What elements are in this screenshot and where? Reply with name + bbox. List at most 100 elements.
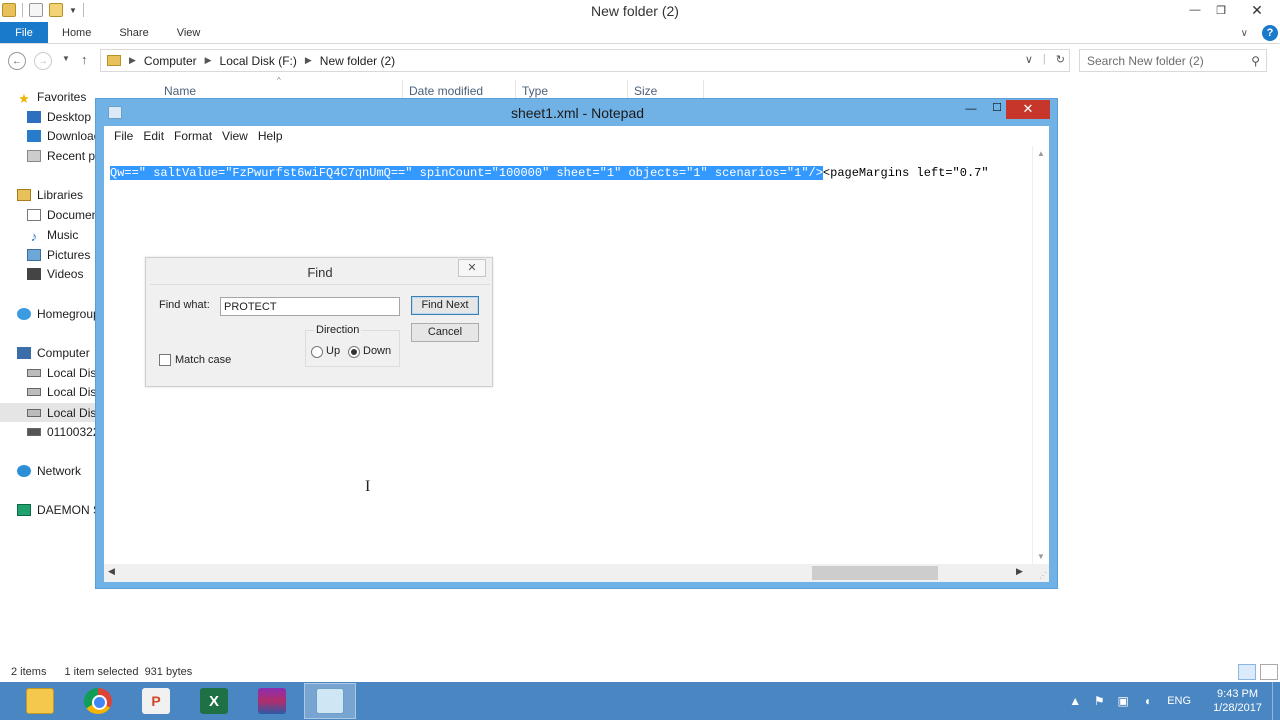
nav-videos[interactable]: Videos	[27, 267, 83, 281]
breadcrumb-new-folder[interactable]: New folder (2)	[320, 54, 395, 68]
nav-computer[interactable]: Computer	[17, 346, 90, 360]
nav-desktop[interactable]: Desktop	[27, 110, 91, 124]
taskbar-winrar[interactable]	[246, 683, 298, 719]
clock[interactable]: 9:43 PM 1/28/2017	[1213, 687, 1262, 715]
window-title: New folder (2)	[591, 3, 679, 19]
menu-file[interactable]: File	[110, 129, 139, 143]
column-date-modified[interactable]: Date modified	[409, 84, 483, 98]
find-dialog: Find ✕ Find what: Find Next Cancel Direc…	[145, 257, 493, 387]
nav-favorites[interactable]: ★ Favorites	[17, 90, 86, 106]
refresh-icon[interactable]: ↻	[1056, 53, 1065, 66]
network-tray-icon[interactable]: ▣	[1115, 694, 1131, 708]
close-button[interactable]: ✕	[1006, 100, 1050, 119]
column-type[interactable]: Type	[522, 84, 548, 98]
nav-daemon[interactable]: DAEMON Sy	[17, 503, 107, 517]
find-dialog-title: Find	[307, 265, 333, 280]
close-button[interactable]: ✕	[1234, 0, 1280, 20]
search-icon[interactable]: ⚲	[1251, 54, 1260, 68]
tab-file[interactable]: File	[0, 22, 48, 43]
nav-label: Videos	[47, 267, 84, 281]
nav-downloads[interactable]: Download	[27, 129, 100, 143]
menu-edit[interactable]: Edit	[139, 129, 170, 143]
chevron-down-icon[interactable]: ∨	[1025, 53, 1033, 66]
scroll-left-icon[interactable]: ◀	[108, 566, 115, 577]
show-desktop-button[interactable]	[1272, 682, 1280, 720]
search-input[interactable]: Search New folder (2) ⚲	[1079, 49, 1267, 72]
nav-recent-places[interactable]: Recent pla	[27, 149, 104, 163]
tab-view[interactable]: View	[163, 22, 215, 43]
restore-button[interactable]: ❐	[1208, 0, 1234, 20]
nav-music[interactable]: ♪ Music	[27, 228, 79, 244]
folder-icon	[107, 55, 121, 66]
tab-home[interactable]: Home	[48, 22, 105, 43]
tab-share[interactable]: Share	[105, 22, 162, 43]
taskbar-powerpoint[interactable]: P	[130, 683, 182, 719]
column-name[interactable]: Name	[164, 84, 196, 98]
text-cursor-icon: I	[365, 478, 371, 495]
direction-up-radio[interactable]	[311, 346, 323, 358]
nav-libraries[interactable]: Libraries	[17, 188, 83, 202]
find-next-button[interactable]: Find Next	[411, 296, 479, 315]
resize-grip-icon[interactable]: ⋰	[1039, 571, 1047, 580]
breadcrumb-local-disk[interactable]: Local Disk (F:)	[220, 54, 297, 68]
forward-button[interactable]: →	[34, 52, 52, 70]
show-hidden-icons-icon[interactable]: ▲	[1067, 694, 1083, 708]
back-button[interactable]: ←	[8, 52, 26, 70]
column-size[interactable]: Size	[634, 84, 657, 98]
nav-pictures[interactable]: Pictures	[27, 248, 90, 262]
horizontal-scrollbar[interactable]: ◀ ▶ ⋰	[104, 564, 1049, 582]
up-arrow-icon[interactable]: ↑	[81, 52, 88, 67]
nav-label: Homegroup	[37, 307, 100, 321]
help-icon[interactable]: ?	[1262, 25, 1278, 41]
nav-local-disk-3[interactable]: Local Disk	[0, 403, 102, 422]
volume-icon[interactable]: ◖	[1139, 694, 1155, 708]
pictures-icon	[27, 249, 41, 261]
menu-view[interactable]: View	[218, 129, 254, 143]
taskbar-excel[interactable]: X	[188, 683, 240, 719]
scrollbar-thumb[interactable]	[812, 566, 938, 580]
menu-help[interactable]: Help	[254, 129, 289, 143]
taskbar-notepad[interactable]	[304, 683, 356, 719]
language-indicator[interactable]: ENG	[1167, 695, 1191, 707]
action-center-icon[interactable]: ⚑	[1091, 694, 1107, 708]
notepad-titlebar: sheet1.xml - Notepad — ☐ ✕	[96, 99, 1057, 126]
window-controls: — ❐ ✕	[1182, 0, 1280, 20]
ribbon-right: ∨ ?	[1241, 22, 1280, 44]
minimize-button[interactable]: —	[959, 103, 983, 121]
large-icons-view-icon[interactable]	[1260, 664, 1278, 680]
close-button[interactable]: ✕	[458, 259, 486, 277]
scroll-up-icon[interactable]: ▲	[1037, 149, 1045, 158]
scroll-right-icon[interactable]: ▶	[1016, 566, 1023, 577]
notepad-menubar: File Edit Format View Help	[104, 126, 1049, 146]
match-case-label: Match case	[175, 354, 232, 366]
drive-icon	[27, 428, 41, 436]
nav-documents[interactable]: Documen	[27, 208, 98, 222]
taskbar-file-explorer[interactable]	[14, 683, 66, 719]
direction-up-label: Up	[326, 345, 341, 357]
notepad-icon	[316, 688, 344, 714]
nav-local-disk-1[interactable]: Local Disk	[27, 366, 102, 380]
chevron-right-icon: ▶	[304, 55, 312, 65]
breadcrumb-computer[interactable]: Computer	[144, 54, 197, 68]
vertical-scrollbar[interactable]: ▲ ▼	[1032, 146, 1049, 564]
divider: |	[1042, 53, 1046, 65]
details-view-icon[interactable]	[1238, 664, 1256, 680]
scroll-down-icon[interactable]: ▼	[1037, 552, 1045, 561]
cancel-button[interactable]: Cancel	[411, 323, 479, 342]
taskbar-chrome[interactable]	[72, 683, 124, 719]
address-box[interactable]: ▶ Computer ▶ Local Disk (F:) ▶ New folde…	[100, 49, 1070, 72]
match-case-checkbox[interactable]	[159, 354, 171, 366]
chevron-right-icon: ▶	[129, 55, 136, 65]
direction-down-radio[interactable]	[348, 346, 360, 358]
nav-network[interactable]: Network	[17, 464, 81, 478]
nav-local-disk-2[interactable]: Local Disk	[27, 385, 102, 399]
find-what-input[interactable]	[220, 297, 400, 316]
nav-homegroup[interactable]: Homegroup	[17, 307, 100, 321]
selected-text: Qw==" saltValue="FzPwurfst6wiFQ4C7qnUmQ=…	[110, 166, 823, 180]
navigation-pane: ★ Favorites Desktop Download Recent pla …	[0, 80, 107, 660]
menu-format[interactable]: Format	[170, 129, 218, 143]
minimize-button[interactable]: —	[1182, 0, 1208, 20]
recent-locations-icon[interactable]: ▼	[62, 54, 70, 63]
expand-ribbon-icon[interactable]: ∨	[1241, 28, 1248, 39]
disk-icon	[27, 408, 41, 417]
